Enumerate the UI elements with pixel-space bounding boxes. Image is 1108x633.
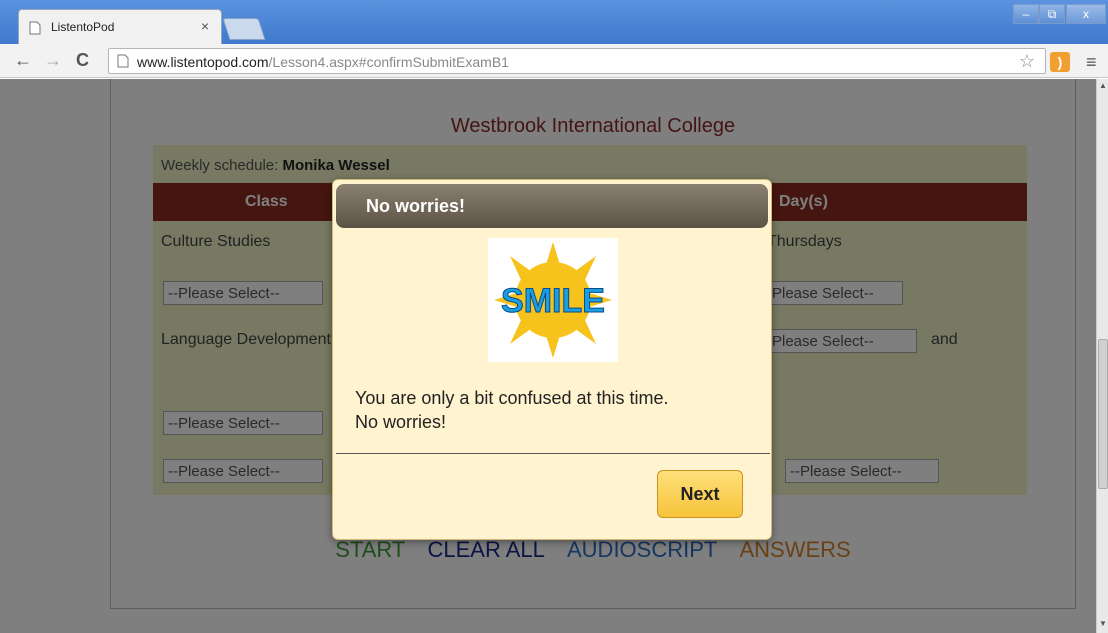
browser-tab[interactable]: ListentoPod × — [18, 9, 222, 44]
page-icon — [117, 54, 129, 68]
reload-icon[interactable]: C — [76, 50, 89, 71]
dialog-header: No worries! — [336, 184, 768, 228]
feedback-dialog: No worries! SMILE You are only a bit con… — [332, 179, 772, 540]
scrollbar[interactable]: ▲ ▼ — [1096, 79, 1108, 633]
url-text: www.listentopod.com/Lesson4.aspx#confirm… — [137, 54, 509, 70]
scroll-down-icon[interactable]: ▼ — [1098, 619, 1108, 631]
tab-close-icon[interactable]: × — [201, 18, 209, 34]
maximize-button[interactable]: ⧉ — [1039, 4, 1065, 24]
tab-title: ListentoPod — [51, 20, 115, 34]
browser-toolbar: ← → C www.listentopod.com/Lesson4.aspx#c… — [0, 44, 1108, 78]
dialog-title: No worries! — [366, 196, 466, 216]
next-button[interactable]: Next — [657, 470, 743, 518]
bookmark-star-icon[interactable]: ☆ — [1019, 51, 1035, 72]
tab-strip: ListentoPod × – ⧉ x — [0, 0, 1108, 44]
dialog-divider — [336, 453, 770, 454]
rss-icon[interactable]: ) — [1050, 52, 1070, 72]
address-bar[interactable]: www.listentopod.com/Lesson4.aspx#confirm… — [108, 48, 1046, 74]
smile-sun-image: SMILE — [488, 238, 618, 362]
menu-icon[interactable]: ≡ — [1086, 52, 1097, 73]
scroll-up-icon[interactable]: ▲ — [1098, 81, 1108, 93]
forward-icon[interactable]: → — [44, 50, 62, 71]
svg-text:SMILE: SMILE — [501, 282, 605, 320]
back-icon[interactable]: ← — [14, 50, 32, 71]
dialog-message: You are only a bit confused at this time… — [355, 388, 669, 432]
close-window-button[interactable]: x — [1066, 4, 1106, 24]
minimize-button[interactable]: – — [1013, 4, 1039, 24]
scroll-thumb[interactable] — [1098, 339, 1108, 489]
page-icon — [29, 21, 41, 35]
new-tab-button[interactable] — [222, 18, 266, 40]
